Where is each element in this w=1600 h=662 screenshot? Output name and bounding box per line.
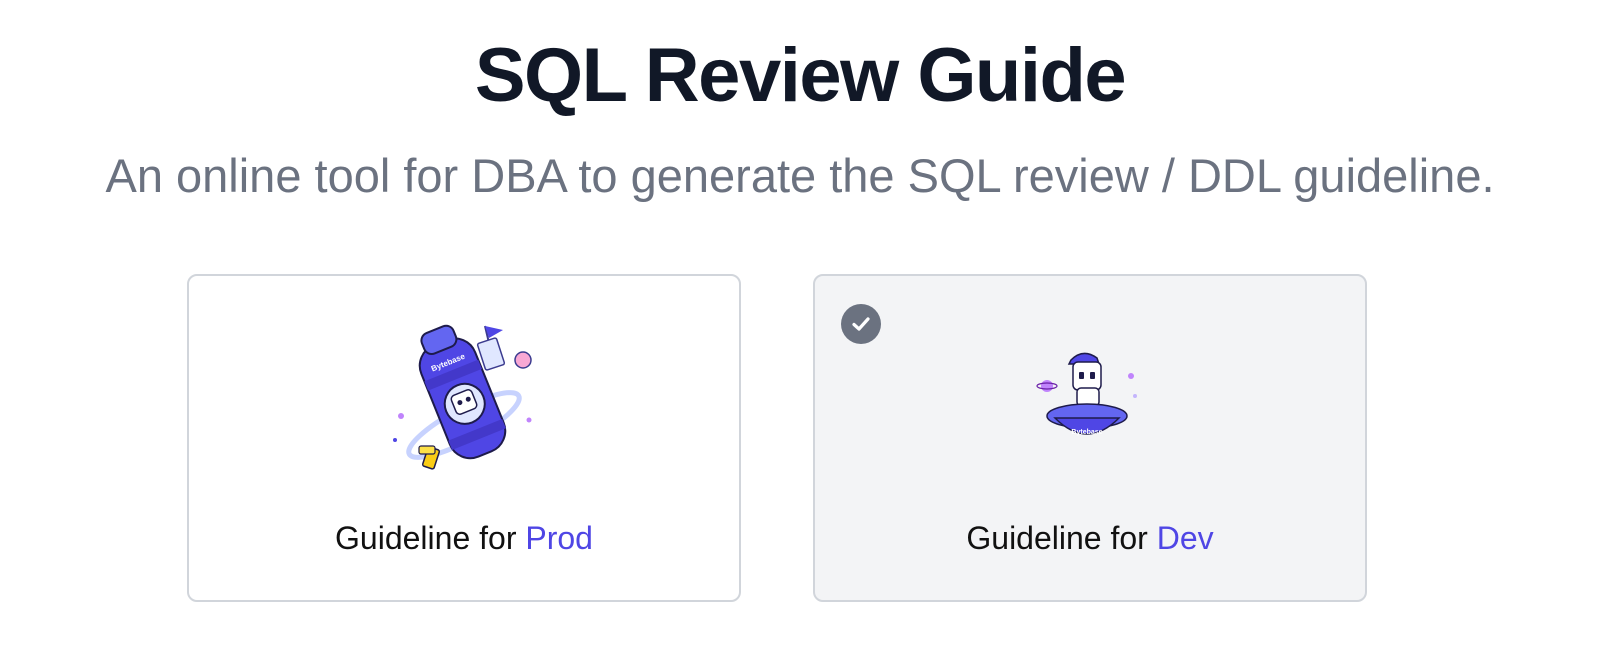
label-accent-dev: Dev (1156, 520, 1214, 556)
guideline-card-prod[interactable]: Bytebase Guideline for Prod (187, 274, 741, 602)
label-accent-prod: Prod (525, 520, 593, 556)
guideline-card-dev[interactable]: Bytebase Guideline for Dev (813, 274, 1367, 602)
check-circle-icon (841, 304, 881, 344)
guideline-prod-label: Guideline for Prod (189, 518, 739, 558)
label-prefix: Guideline for (335, 520, 526, 556)
guideline-dev-label: Guideline for Dev (815, 518, 1365, 558)
ufo-mascot-illustration: Bytebase (815, 346, 1365, 456)
label-prefix: Guideline for (966, 520, 1157, 556)
page-title: SQL Review Guide (474, 33, 1127, 118)
rocket-mascot-illustration: Bytebase (189, 320, 739, 480)
page-subtitle: An online tool for DBA to generate the S… (105, 149, 1495, 202)
ufo-logo-text: Bytebase (1071, 429, 1102, 436)
